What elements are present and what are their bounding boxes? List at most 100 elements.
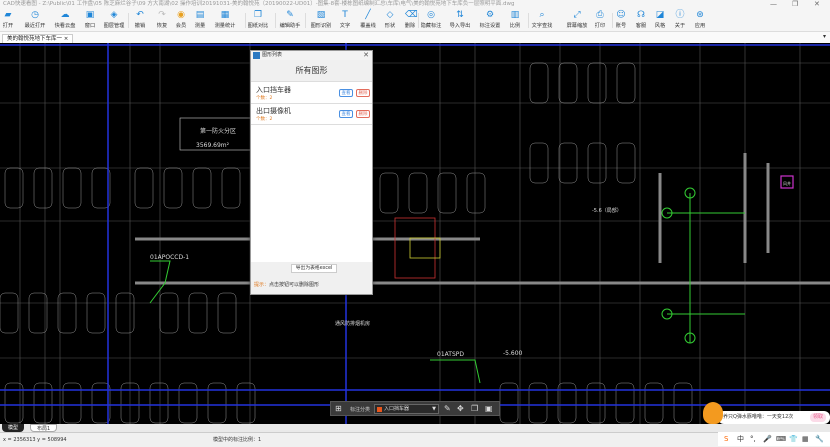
tab-model[interactable]: 模型 bbox=[2, 424, 25, 432]
toolbar-separator bbox=[612, 13, 613, 28]
parking-car bbox=[528, 382, 548, 424]
clock-icon: ◷ bbox=[31, 10, 39, 20]
tab-layout1[interactable]: 布局1 bbox=[30, 424, 58, 432]
ime-icon[interactable]: 中 bbox=[737, 432, 744, 446]
notification-popup[interactable]: 养只Q弹水豚噜噜：一天变12次 领取 bbox=[718, 411, 830, 424]
move-icon[interactable]: ✥ bbox=[457, 404, 464, 414]
circuit-label: 01ATSPD bbox=[437, 351, 464, 358]
toolbar-button-8[interactable]: ▤ 测量 bbox=[186, 10, 214, 29]
main-toolbar: ▰ 打开 ◷ 最近打开 ☁ 快看云盘 ▣ 窗口 ◈ 图层管理 ↶ 撤销 ↷ 恢复 ◉ 会员 ▤ 测量 ▦ 测量统计 ❐ 图… bbox=[0, 9, 830, 32]
coordinate-readout: x = 2356313 y = 508994 bbox=[3, 437, 67, 443]
category-label: 标注分类 bbox=[350, 407, 371, 413]
ime-icon[interactable]: 🎤 bbox=[763, 432, 772, 446]
parking-car bbox=[587, 142, 607, 184]
toolbar-label: 隐藏标注 bbox=[420, 23, 442, 29]
ime-icon[interactable]: S bbox=[724, 432, 728, 446]
parking-car bbox=[192, 167, 212, 209]
parking-car bbox=[558, 62, 578, 104]
toolbar-button-20[interactable]: ▥ 比例 bbox=[501, 10, 529, 29]
toolbar-button-28[interactable]: ⊛ 应用 bbox=[686, 10, 714, 29]
eye-off-icon: ◎ bbox=[427, 10, 435, 20]
toolbar-button-0[interactable]: ▰ 打开 bbox=[0, 10, 22, 29]
window-icon: ▣ bbox=[85, 10, 95, 20]
shape-list: 入口挡车器 个数：2 查看 删除 出口摄像机 个数：2 查看 删除 bbox=[251, 82, 372, 262]
ime-icon[interactable]: 🔧 bbox=[815, 432, 824, 446]
shape-icon: ◇ bbox=[386, 10, 394, 20]
style-icon: ◪ bbox=[655, 10, 665, 20]
elevation-label: -5.6（局部） bbox=[592, 207, 622, 214]
toolbar-label: 测量 bbox=[194, 23, 206, 29]
view-button[interactable]: 查看 bbox=[339, 89, 353, 97]
equipment-block bbox=[394, 217, 436, 279]
user-icon: ☺ bbox=[616, 10, 626, 20]
minimize-button[interactable]: — bbox=[770, 0, 777, 9]
toolbar-label: 导入导出 bbox=[449, 23, 471, 29]
vip-icon: ◉ bbox=[177, 10, 185, 20]
paste-icon[interactable]: ▣ bbox=[485, 404, 493, 414]
toolbar-button-2[interactable]: ☁ 快看云盘 bbox=[51, 10, 79, 29]
room-label: 通风防排烟机房 bbox=[335, 320, 370, 327]
text-search-icon: ⌕ bbox=[539, 10, 545, 20]
maximize-button[interactable]: ❐ bbox=[792, 0, 798, 9]
copy-icon[interactable]: ❐ bbox=[471, 404, 478, 414]
parking-car bbox=[163, 167, 183, 209]
document-tab[interactable]: 美的翰悦苑地下车库一 × bbox=[2, 34, 74, 43]
parking-car bbox=[149, 382, 169, 424]
parking-car bbox=[134, 167, 154, 209]
cad-drawing: 第一防火分区 3569.69m² 01APOCCD-1 01ATSPD -5.6… bbox=[0, 43, 830, 424]
parking-car bbox=[33, 382, 53, 424]
area-label: 3569.69m² bbox=[196, 142, 230, 149]
tab-label: 美的翰悦苑地下车库一 bbox=[7, 36, 63, 42]
item-name: 出口摄像机 bbox=[256, 107, 291, 115]
toolbar-button-18[interactable]: ⇅ 导入导出 bbox=[446, 10, 474, 29]
parking-car bbox=[673, 382, 693, 424]
toolbar-button-10[interactable]: ❐ 图纸对比 bbox=[244, 10, 272, 29]
toolbar-button-21[interactable]: ⌕ 文字查找 bbox=[528, 10, 556, 29]
ime-icon[interactable]: 👕 bbox=[789, 432, 798, 446]
toolbar-button-11[interactable]: ✎ 编辑助手 bbox=[276, 10, 304, 29]
document-tab-bar: 美的翰悦苑地下车库一 × ▾ bbox=[0, 32, 830, 43]
drawing-canvas[interactable]: 第一防火分区 3569.69m² 01APOCCD-1 01ATSPD -5.6… bbox=[0, 43, 830, 424]
edit-icon[interactable]: ✎ bbox=[444, 404, 451, 414]
notification-button[interactable]: 领取 bbox=[809, 413, 826, 422]
category-select[interactable]: 入口挡车器 ▼ bbox=[374, 404, 439, 414]
parking-car bbox=[644, 382, 664, 424]
toolbar-separator bbox=[528, 13, 529, 28]
toolbar-button-4[interactable]: ◈ 图层管理 bbox=[100, 10, 128, 29]
toolbar-label: 图纸对比 bbox=[247, 23, 269, 29]
parking-car bbox=[437, 172, 457, 214]
delete-button[interactable]: 删除 bbox=[356, 89, 370, 97]
close-icon[interactable]: ✕ bbox=[363, 51, 369, 60]
app-icon bbox=[253, 52, 260, 59]
mascot-icon[interactable] bbox=[703, 402, 723, 424]
zoom-screen-icon: ⤢ bbox=[573, 10, 581, 20]
toolbar-button-9[interactable]: ▦ 测量统计 bbox=[211, 10, 239, 29]
parking-car bbox=[159, 292, 179, 334]
parking-car bbox=[178, 382, 198, 424]
toolbar-button-1[interactable]: ◷ 最近打开 bbox=[21, 10, 49, 29]
apps-icon: ⊛ bbox=[696, 10, 704, 20]
redo-icon: ↷ bbox=[158, 10, 166, 20]
dialog-heading: 所有图形 bbox=[251, 60, 372, 82]
dropdown-icon[interactable]: ▾ bbox=[823, 33, 826, 40]
parking-car bbox=[379, 172, 399, 214]
close-button[interactable]: ✕ bbox=[814, 0, 820, 9]
notification-text: 养只Q弹水豚噜噜：一天变12次 bbox=[723, 414, 794, 420]
room-label: 风井 bbox=[783, 180, 791, 186]
ime-icon[interactable]: °, bbox=[750, 432, 756, 446]
delete-button[interactable]: 删除 bbox=[356, 110, 370, 118]
ime-icon[interactable]: ▦ bbox=[802, 432, 809, 446]
parking-car bbox=[529, 142, 549, 184]
export-excel-button[interactable]: 导出为表格excel bbox=[291, 264, 337, 273]
tab-close-icon[interactable]: × bbox=[64, 36, 69, 42]
grid-icon[interactable]: ⊞ bbox=[335, 404, 342, 414]
toolbar-button-17[interactable]: ◎ 隐藏标注 bbox=[417, 10, 445, 29]
toolbar-button-19[interactable]: ⚙ 标注设置 bbox=[476, 10, 504, 29]
folder-icon: ▰ bbox=[4, 10, 12, 20]
view-button[interactable]: 查看 bbox=[339, 110, 353, 118]
dialog-titlebar[interactable]: 图形列表 ✕ bbox=[251, 51, 372, 60]
selected-category: 入口挡车器 bbox=[384, 406, 410, 412]
ime-icon[interactable]: ⌨ bbox=[776, 432, 786, 446]
toolbar-separator bbox=[418, 13, 419, 28]
annotation-settings-icon: ⚙ bbox=[485, 10, 495, 20]
